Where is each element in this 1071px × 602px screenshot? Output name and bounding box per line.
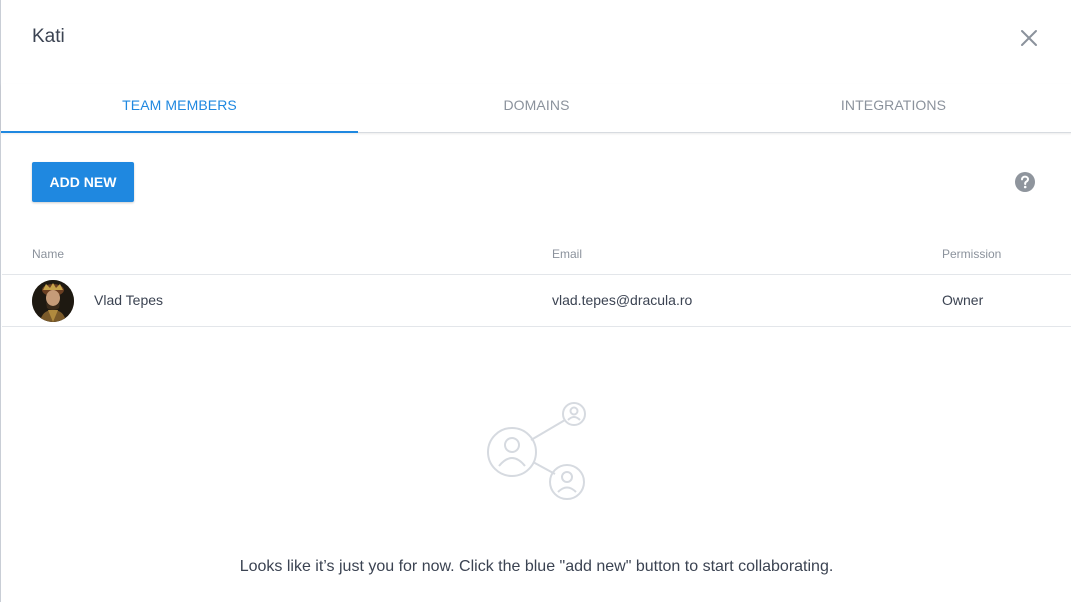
avatar	[32, 280, 74, 322]
close-icon	[1021, 30, 1037, 46]
column-header-name[interactable]: Name	[32, 247, 64, 261]
dialog-title: Kati	[32, 26, 65, 47]
empty-state-message: Looks like it’s just you for now. Click …	[239, 558, 834, 575]
team-dialog: Kati TEAM MEMBERS DOMAINS INTEGRATIONS A…	[0, 0, 1071, 602]
table-row[interactable]: Vlad Tepes vlad.tepes@dracula.ro Owner	[2, 274, 1071, 327]
member-email: vlad.tepes@dracula.ro	[552, 292, 693, 308]
column-header-email[interactable]: Email	[552, 247, 582, 261]
member-permission: Owner	[942, 292, 984, 308]
tab-bar: TEAM MEMBERS DOMAINS INTEGRATIONS	[1, 84, 1071, 133]
member-name: Vlad Tepes	[94, 292, 164, 308]
help-button[interactable]	[1014, 171, 1036, 193]
close-button[interactable]	[1017, 26, 1041, 50]
column-header-permission[interactable]: Permission	[942, 247, 1001, 261]
help-icon	[1015, 172, 1035, 192]
tab-team-members[interactable]: TEAM MEMBERS	[1, 84, 358, 133]
team-share-icon	[487, 402, 586, 500]
tab-integrations[interactable]: INTEGRATIONS	[715, 84, 1071, 132]
add-new-button[interactable]: ADD NEW	[32, 162, 134, 202]
tab-domains[interactable]: DOMAINS	[358, 84, 715, 132]
